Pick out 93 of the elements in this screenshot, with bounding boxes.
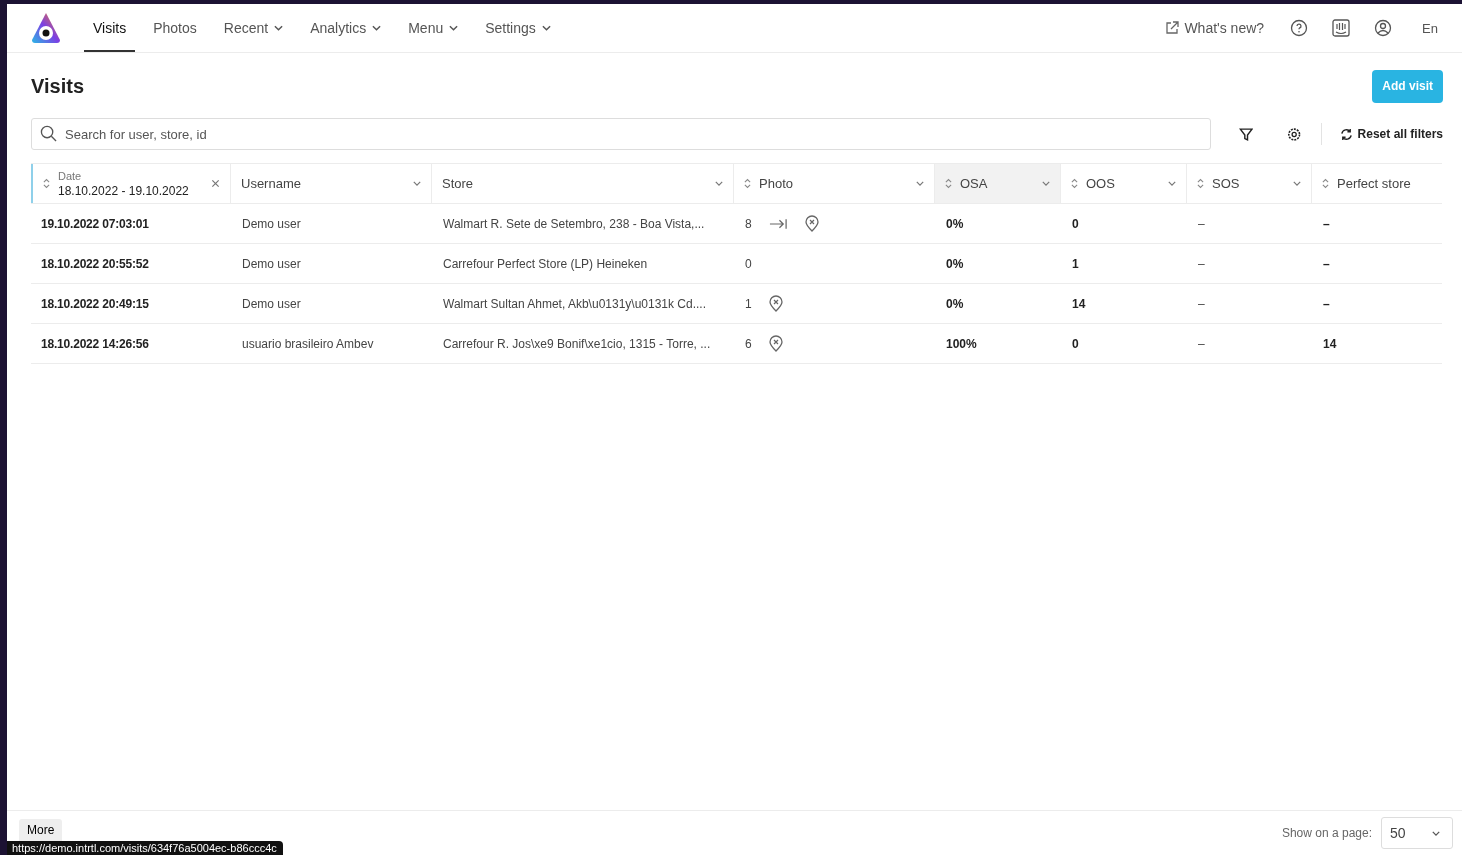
- map-pin-x-icon[interactable]: [768, 295, 783, 312]
- table-cell: 0%: [946, 296, 964, 311]
- table-cell: Walmart R. Sete de Setembro, 238 - Boa Vista,...: [443, 216, 705, 231]
- sort-icon[interactable]: [43, 178, 50, 189]
- column-label: SOS: [1212, 176, 1240, 191]
- nav-tab[interactable]: Settings: [476, 4, 560, 52]
- column-header[interactable]: SOS: [1187, 164, 1312, 203]
- reset-filters-button[interactable]: Reset all filters: [1339, 127, 1443, 141]
- page-size-select[interactable]: 50: [1381, 817, 1453, 849]
- chevron-down-icon: [449, 25, 459, 31]
- map-pin-x-icon[interactable]: [804, 215, 819, 232]
- nav-tab[interactable]: Analytics: [301, 4, 391, 52]
- date-range-value: 18.10.2022 - 19.10.2022: [58, 183, 189, 198]
- refresh-icon: [1339, 127, 1353, 141]
- table-cell: 8: [745, 216, 752, 231]
- table-cell: 6: [745, 336, 752, 351]
- column-header[interactable]: Username: [231, 164, 432, 203]
- table-cell: usuario brasileiro Ambev: [242, 336, 374, 351]
- clear-icon[interactable]: [211, 179, 220, 188]
- nav-tab[interactable]: Recent: [214, 4, 293, 52]
- search-icon: [40, 125, 57, 142]
- column-label: OOS: [1086, 176, 1115, 191]
- chevron-down-icon[interactable]: [1293, 181, 1301, 186]
- chevron-down-icon[interactable]: [715, 181, 723, 186]
- table-cell: 0%: [946, 216, 964, 231]
- table-cell: Walmart Sultan Ahmet, Akb\u0131y\u0131k Cd....: [443, 296, 707, 311]
- chevron-down-icon: [541, 25, 551, 31]
- nav-tab[interactable]: Photos: [144, 4, 206, 52]
- table-cell: 1: [745, 296, 752, 311]
- column-header[interactable]: OOS: [1061, 164, 1187, 203]
- table-cell: Carrefour R. Jos\xe9 Bonif\xe1cio, 1315 - Torre, ...: [443, 336, 711, 351]
- table-cell: –: [1198, 256, 1205, 271]
- table-cell: 18.10.2022 14:26:56: [41, 336, 149, 351]
- table-cell: 0: [1072, 336, 1079, 351]
- table-cell: Demo user: [242, 256, 301, 271]
- column-label: Date: [58, 169, 83, 182]
- table-cell: 1: [1072, 256, 1079, 271]
- column-header[interactable]: Date 18.10.2022 - 19.10.2022: [31, 164, 231, 203]
- page-title: Visits: [31, 74, 84, 98]
- help-icon[interactable]: [1290, 19, 1309, 37]
- column-header[interactable]: Store: [432, 164, 734, 203]
- column-label: Username: [241, 176, 301, 191]
- table-cell: Carrefour Perfect Store (LP) Heineken: [443, 256, 648, 271]
- table-cell: –: [1323, 256, 1330, 271]
- page-size-label: Show on a page:: [1281, 826, 1372, 840]
- table-cell: 14: [1072, 296, 1086, 311]
- nav-tab[interactable]: Menu: [399, 4, 468, 52]
- table-cell: –: [1198, 216, 1205, 231]
- chevron-down-icon[interactable]: [916, 181, 924, 186]
- table-cell: 18.10.2022 20:49:15: [41, 296, 149, 311]
- language-menu-button[interactable]: En: [1416, 19, 1444, 37]
- map-pin-x-icon[interactable]: [768, 335, 783, 352]
- sort-icon[interactable]: [744, 178, 751, 189]
- chat-icon[interactable]: [1332, 19, 1351, 37]
- table-cell: –: [1198, 336, 1205, 351]
- whats-new-link[interactable]: What's new?: [1159, 19, 1271, 37]
- column-label: Perfect store: [1337, 176, 1411, 191]
- table-cell: –: [1323, 296, 1330, 311]
- table-cell: 0: [1072, 216, 1079, 231]
- column-label: OSA: [960, 176, 988, 191]
- column-label: Store: [442, 176, 474, 191]
- table-cell: 18.10.2022 20:55:52: [41, 256, 149, 271]
- search-field[interactable]: Search for user, store, id: [31, 118, 1211, 150]
- filter-icon[interactable]: [1239, 126, 1254, 142]
- user-icon[interactable]: [1374, 19, 1393, 37]
- external-link-icon: [1165, 21, 1180, 35]
- table-cell: 19.10.2022 07:03:01: [41, 216, 149, 231]
- table-cell: –: [1198, 296, 1205, 311]
- table-cell: –: [1323, 216, 1330, 231]
- table-cell: 0%: [946, 256, 964, 271]
- sort-icon[interactable]: [1197, 178, 1204, 189]
- column-header[interactable]: Perfect store: [1312, 164, 1442, 203]
- chevron-down-icon[interactable]: [1042, 181, 1050, 186]
- column-label: Photo: [759, 176, 793, 191]
- chevron-down-icon: [372, 25, 382, 31]
- chevron-down-icon[interactable]: [1168, 181, 1176, 186]
- sort-icon[interactable]: [1322, 178, 1329, 189]
- link-url-tooltip: https://demo.intrtl.com/visits/634f76a5004ec-b86ccc4c: [7, 841, 283, 855]
- table-cell: 100%: [946, 336, 977, 351]
- sort-icon[interactable]: [945, 178, 952, 189]
- chevron-down-icon[interactable]: [413, 181, 421, 186]
- logo-icon[interactable]: [31, 12, 61, 44]
- table-cell: Demo user: [242, 216, 301, 231]
- sort-icon[interactable]: [1071, 178, 1078, 189]
- table-cell: 14: [1323, 336, 1337, 351]
- chevron-down-icon: [274, 25, 284, 31]
- chevron-down-icon: [1432, 830, 1440, 836]
- nav-tab[interactable]: Visits: [84, 4, 136, 52]
- arrow-to-bar-icon[interactable]: [768, 217, 788, 230]
- table-cell: 0: [745, 256, 752, 271]
- table-cell: Demo user: [242, 296, 301, 311]
- settings-icon[interactable]: [1287, 126, 1302, 142]
- column-header[interactable]: OSA: [935, 164, 1061, 203]
